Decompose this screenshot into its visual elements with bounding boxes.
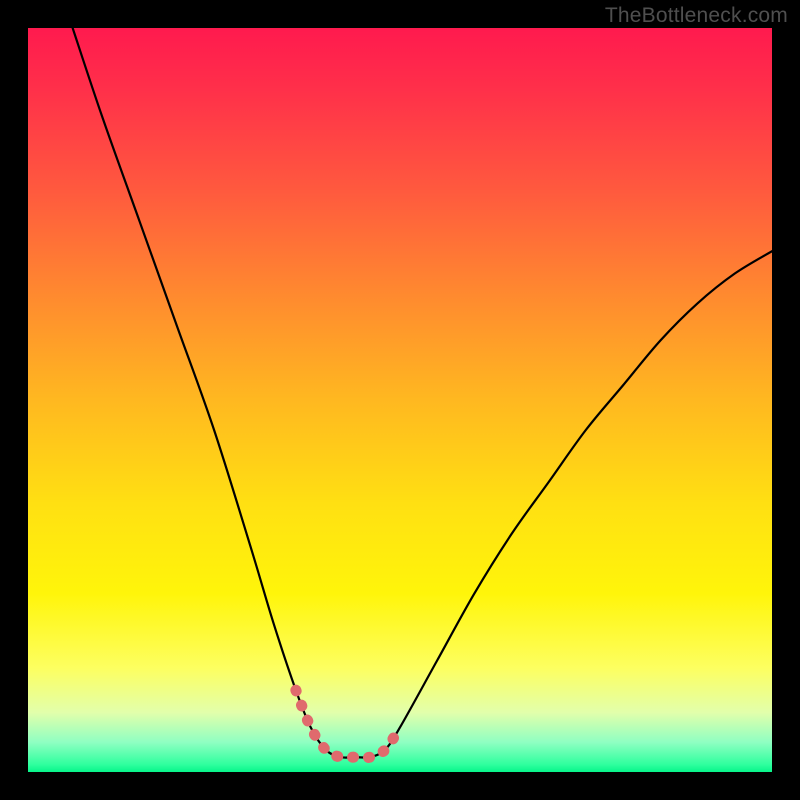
chart-frame: TheBottleneck.com [0,0,800,800]
bottleneck-curve [73,28,772,758]
curve-svg [28,28,772,772]
curve-highlight [296,690,400,758]
watermark-text: TheBottleneck.com [605,4,788,28]
plot-area [28,28,772,772]
